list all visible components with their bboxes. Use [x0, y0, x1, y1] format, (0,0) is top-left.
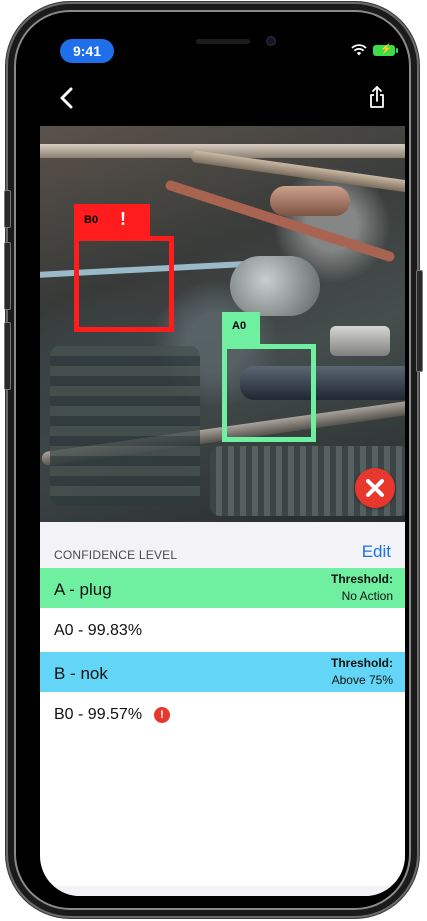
confidence-panel: CONFIDENCE LEVEL Edit A - plug Threshold… — [40, 522, 405, 896]
fitting — [330, 326, 390, 356]
alert-icon: ! — [154, 707, 170, 723]
threshold-label: Threshold: — [331, 656, 393, 670]
category-label: B - nok — [54, 664, 108, 683]
pipe — [270, 186, 350, 216]
detection-label-b0: B0 — [84, 214, 99, 226]
edit-button[interactable]: Edit — [362, 542, 391, 562]
battery-icon: ⚡ — [373, 44, 398, 56]
detection-label-a0: A0 — [232, 320, 247, 332]
detection-box-a0[interactable] — [222, 344, 316, 442]
bottom-bar — [40, 886, 405, 896]
power-button — [416, 270, 423, 372]
close-icon — [366, 479, 384, 497]
threshold-value: Above 75% — [331, 673, 393, 687]
back-button[interactable] — [56, 82, 80, 114]
front-camera — [266, 36, 276, 46]
category-label: A - plug — [54, 580, 112, 599]
status-icons: ⚡ — [351, 44, 398, 56]
volume-down-button — [4, 322, 11, 390]
detection-alert-b0: ! — [120, 209, 126, 229]
notch — [128, 26, 318, 56]
detection-score: A0 - 99.83% — [54, 622, 143, 639]
confidence-section-header: CONFIDENCE LEVEL Edit — [40, 522, 405, 568]
detection-row-b0[interactable]: B0 - 99.57% ! — [40, 692, 405, 736]
share-button[interactable] — [365, 82, 389, 114]
category-row-b[interactable]: B - nok Threshold: Above 75% — [40, 652, 405, 692]
detection-tag-b0: B0 ! — [74, 204, 150, 240]
status-time: 9:41 — [60, 39, 114, 63]
screen: 9:41 ⚡ B0 ! A0 CONFIDENCE LEVEL Edit A -… — [40, 26, 405, 896]
category-row-a[interactable]: A - plug Threshold: No Action — [40, 568, 405, 608]
inspection-photo: B0 ! A0 — [40, 126, 405, 522]
detection-score: B0 - 99.57% — [54, 706, 143, 723]
engine-body — [50, 346, 200, 506]
threshold-label: Threshold: — [331, 572, 393, 586]
detection-tag-a0: A0 — [222, 312, 260, 346]
share-icon — [370, 86, 384, 108]
valve — [230, 256, 320, 316]
detection-box-b0[interactable] — [74, 236, 174, 332]
section-title: CONFIDENCE LEVEL — [54, 548, 178, 562]
chevron-left-icon — [60, 87, 73, 109]
detection-row-a0[interactable]: A0 - 99.83% — [40, 608, 405, 652]
volume-up-button — [4, 242, 11, 310]
navigation-bar — [40, 76, 405, 126]
wifi-icon — [351, 44, 367, 56]
speaker — [196, 39, 250, 44]
close-button[interactable] — [355, 468, 395, 508]
mute-switch — [4, 190, 11, 228]
threshold-value: No Action — [341, 589, 393, 603]
